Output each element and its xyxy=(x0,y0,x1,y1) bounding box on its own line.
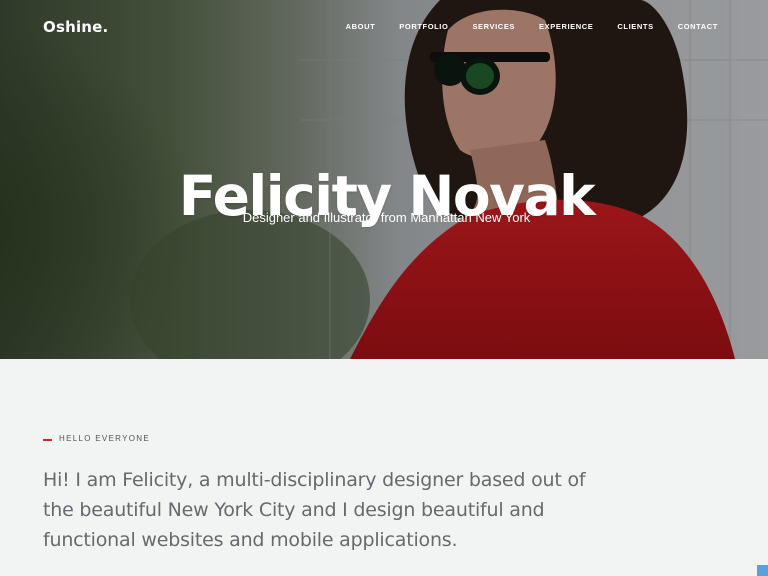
nav-item-clients[interactable]: CLIENTS xyxy=(617,22,653,31)
hero-section: Oshine. ABOUT PORTFOLIO SERVICES EXPERIE… xyxy=(0,0,768,359)
nav-item-contact[interactable]: CONTACT xyxy=(678,22,718,31)
nav-item-portfolio[interactable]: PORTFOLIO xyxy=(399,22,448,31)
scroll-to-top-button[interactable] xyxy=(757,565,768,576)
nav-item-experience[interactable]: EXPERIENCE xyxy=(539,22,593,31)
nav-item-services[interactable]: SERVICES xyxy=(472,22,515,31)
section-label-text: HELLO EVERYONE xyxy=(59,434,150,443)
section-label: HELLO EVERYONE xyxy=(43,434,150,443)
nav-item-about[interactable]: ABOUT xyxy=(346,22,376,31)
hero-subtitle: Designer and Illustrator from Manhattan … xyxy=(242,210,531,225)
intro-paragraph: Hi! I am Felicity, a multi-disciplinary … xyxy=(43,469,586,551)
accent-dash xyxy=(43,439,52,441)
main-nav: ABOUT PORTFOLIO SERVICES EXPERIENCE CLIE… xyxy=(322,22,718,31)
site-logo[interactable]: Oshine. xyxy=(43,18,108,36)
